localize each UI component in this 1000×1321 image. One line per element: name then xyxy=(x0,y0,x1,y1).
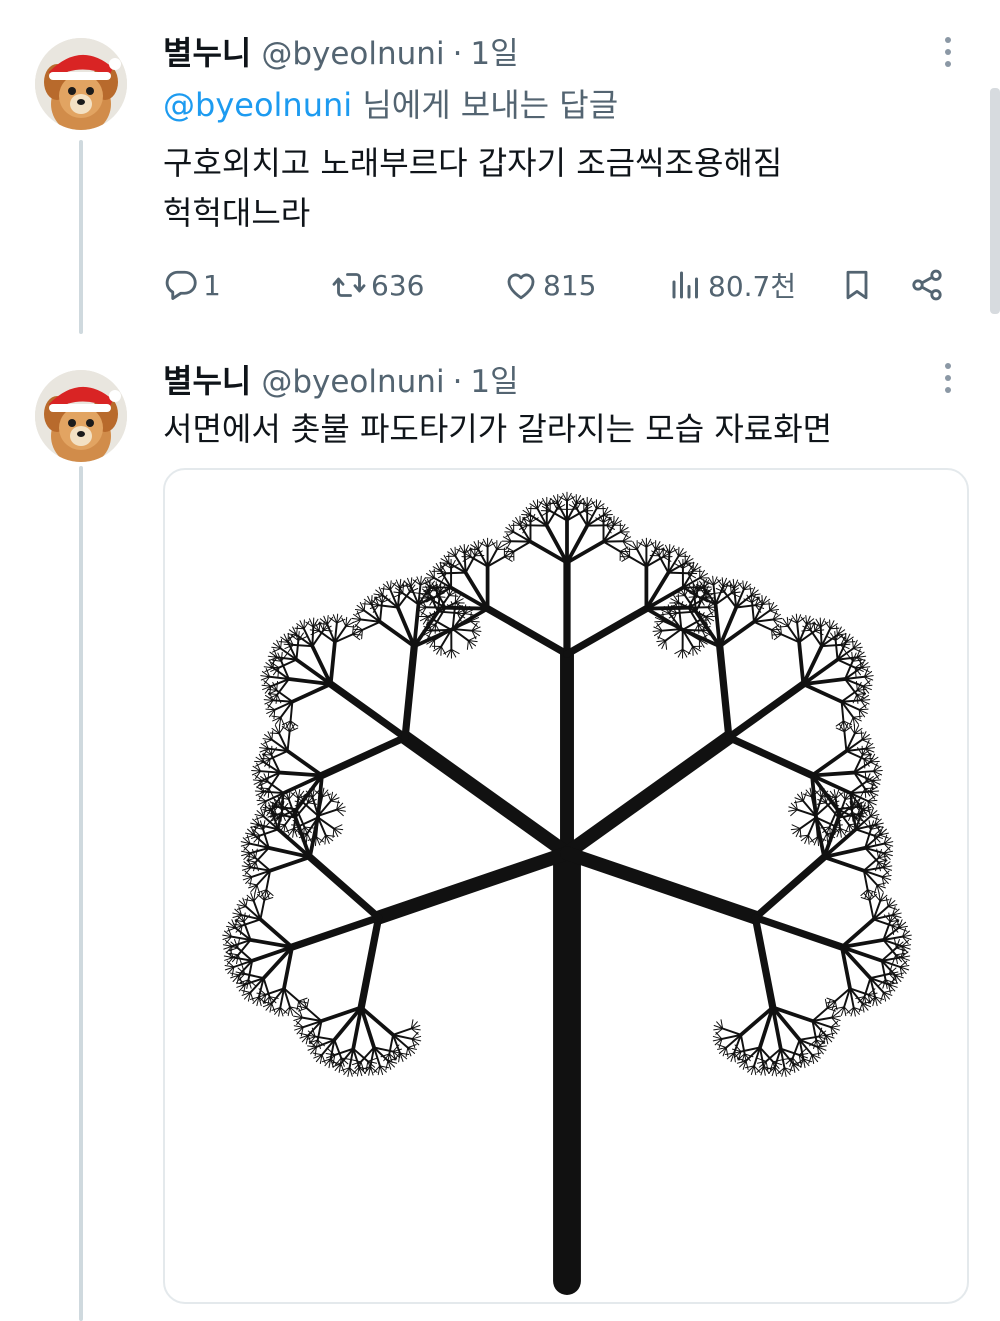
more-icon[interactable] xyxy=(930,30,966,74)
separator-dot: · xyxy=(452,36,463,72)
timestamp[interactable]: 1일 xyxy=(470,356,518,401)
action-bar: 1 636 815 80.7천 xyxy=(163,262,963,308)
more-icon[interactable] xyxy=(930,356,966,400)
replying-label: 님에게 보내는 답글 xyxy=(352,86,619,124)
views-button[interactable]: 80.7천 xyxy=(668,262,796,308)
tweet-text-line: 서면에서 촛불 파도타기가 갈라지는 모습 자료화면 xyxy=(163,410,833,448)
display-name[interactable]: 별누니 xyxy=(163,28,251,74)
repost-count: 636 xyxy=(371,268,425,302)
bookmark-icon xyxy=(839,267,875,303)
thread-line-1 xyxy=(79,140,83,334)
reply-button[interactable]: 1 xyxy=(163,262,221,308)
tweet-header: 별누니 @byeolnuni · 1일 xyxy=(163,28,519,74)
avatar[interactable] xyxy=(35,370,127,462)
like-count: 815 xyxy=(543,268,597,302)
share-button[interactable] xyxy=(909,262,945,308)
heart-icon xyxy=(503,267,539,303)
tweet-text-line: 구호외치고 노래부르다 갑자기 조금씩조용해짐 xyxy=(163,144,783,182)
replying-mention-link[interactable]: @byeolnuni xyxy=(163,86,352,124)
bookmark-button[interactable] xyxy=(839,262,875,308)
display-name[interactable]: 별누니 xyxy=(163,356,251,402)
avatar[interactable] xyxy=(35,38,127,130)
thread-line-2 xyxy=(79,466,83,1321)
scroll-indicator[interactable] xyxy=(990,88,1000,314)
like-button[interactable]: 815 xyxy=(503,262,596,308)
reply-icon xyxy=(163,267,199,303)
separator-dot: · xyxy=(452,364,463,400)
fractal-tree-image xyxy=(222,491,912,1295)
user-handle[interactable]: @byeolnuni xyxy=(261,364,444,400)
reply-count: 1 xyxy=(203,268,221,302)
tweet-text: 서면에서 촛불 파도타기가 갈라지는 모습 자료화면 xyxy=(163,404,832,454)
repost-button[interactable]: 636 xyxy=(331,262,424,308)
tweet-media-image[interactable] xyxy=(163,468,969,1304)
tweet-text: 구호외치고 노래부르다 갑자기 조금씩조용해짐 헉헉대느라 xyxy=(163,138,782,238)
views-count: 80.7천 xyxy=(708,270,797,303)
tweet-header: 별누니 @byeolnuni · 1일 xyxy=(163,356,519,402)
repost-icon xyxy=(331,267,367,303)
tweet-text-line: 헉헉대느라 xyxy=(163,194,311,232)
timestamp[interactable]: 1일 xyxy=(470,28,518,73)
user-handle[interactable]: @byeolnuni xyxy=(261,36,444,72)
share-icon xyxy=(909,267,945,303)
views-icon xyxy=(668,267,704,303)
replying-to: @byeolnuni 님에게 보내는 답글 xyxy=(163,80,618,126)
